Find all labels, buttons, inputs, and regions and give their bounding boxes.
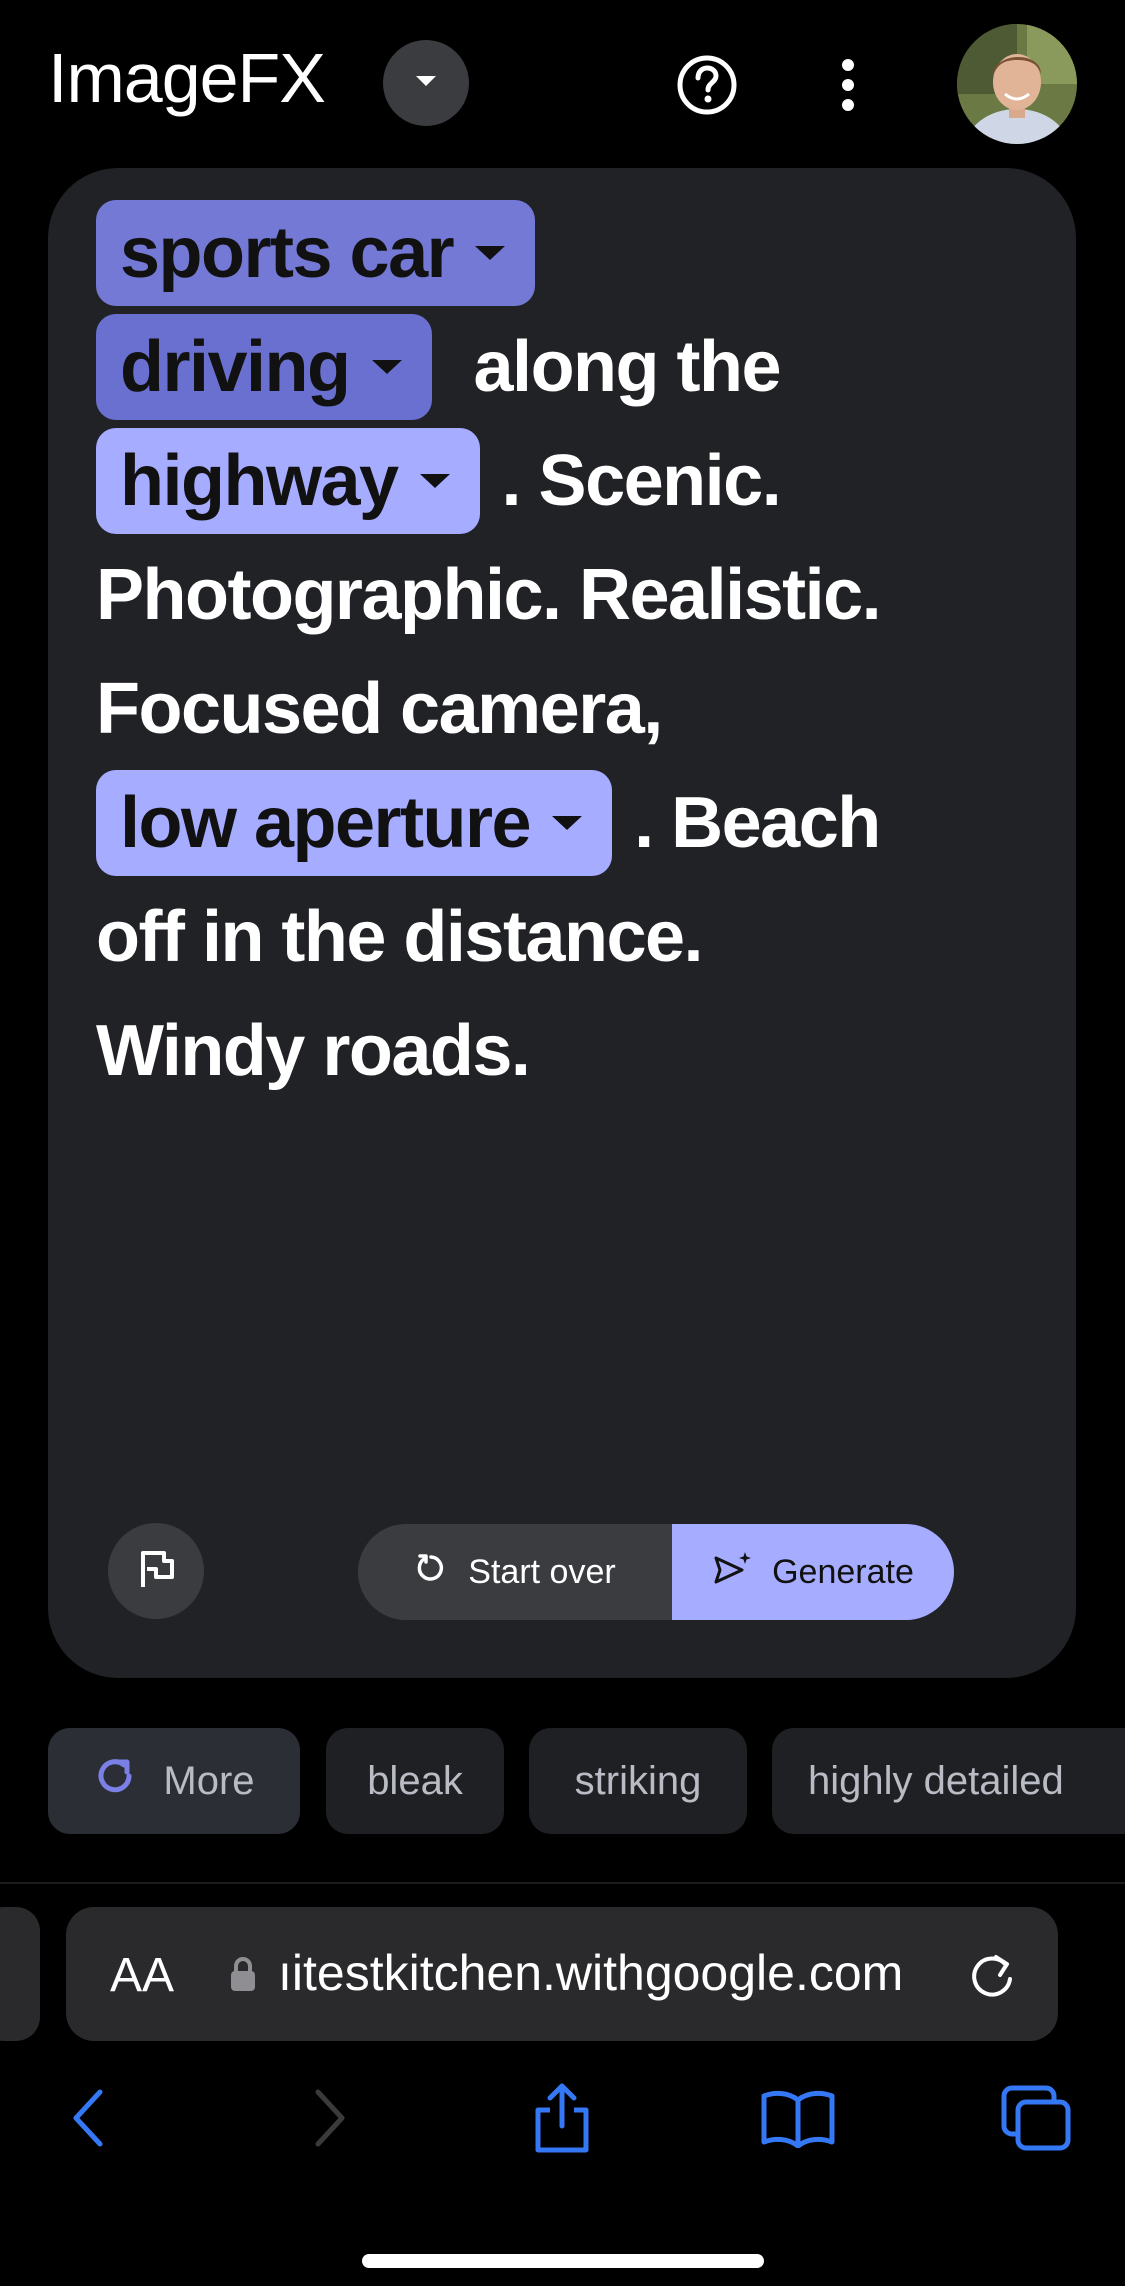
chip-subject[interactable]: sports car [96,200,536,306]
chip-setting[interactable]: highway [96,428,480,534]
generate-button[interactable]: Generate [672,1524,954,1620]
prompt-text: sports car driving along the highway . S… [96,196,1016,1108]
reload-icon [962,1955,1022,2009]
suggestion-chip[interactable]: striking [529,1728,747,1834]
toolbar-divider [0,1882,1125,1884]
home-indicator [362,2254,764,2268]
url-text[interactable]: ıitestkitchen.withgoogle.com [278,1944,903,2002]
prompt-segment: Focused camera, [96,669,663,749]
reload-button[interactable] [962,1945,1022,2005]
start-over-button[interactable]: Start over [358,1524,672,1620]
more-options-button[interactable] [820,50,876,124]
chip-label: low aperture [120,783,532,863]
avatar[interactable] [957,24,1077,144]
chevron-down-icon [371,360,402,374]
help-button[interactable] [670,50,744,124]
tabs-button[interactable] [996,2080,1076,2160]
prompt-segment: . Scenic. [501,441,782,521]
refresh-icon [93,1754,137,1808]
suggestion-chip[interactable]: highly detailed [772,1728,1125,1834]
share-icon [530,2082,594,2159]
generate-label: Generate [772,1552,914,1591]
report-button[interactable] [108,1523,204,1619]
suggestion-chip[interactable]: bleak [326,1728,504,1834]
chip-label: highway [120,441,399,521]
text-size-button[interactable]: AA [110,1948,174,2003]
tabs-icon [1000,2084,1072,2157]
bookmarks-button[interactable] [758,2080,838,2160]
forward-button[interactable] [290,2080,370,2160]
chevron-down-icon [475,246,506,260]
chip-action[interactable]: driving [96,314,432,420]
help-icon [675,53,739,122]
chevron-right-icon [310,2086,350,2155]
chevron-down-icon [412,72,440,95]
more-suggestions-button[interactable]: More [48,1728,300,1834]
share-button[interactable] [522,2080,602,2160]
chip-lens[interactable]: low aperture [96,770,613,876]
start-over-label: Start over [468,1552,616,1591]
chevron-left-icon [68,2086,108,2155]
more-label: More [163,1758,255,1803]
prompt-segment: . Beach [634,783,881,863]
prompt-segment: off in the distance. [96,897,704,977]
more-vert-icon [838,55,858,120]
chip-label: driving [120,327,351,407]
back-button[interactable] [48,2080,128,2160]
app-title: ImageFX [48,39,326,117]
book-icon [760,2088,836,2153]
previous-tab-peek[interactable] [0,1907,40,2041]
chip-label: sports car [120,213,455,293]
prompt-actions: Start over Generate [358,1524,954,1620]
chevron-down-icon [552,816,583,830]
lock-icon [228,1956,258,1992]
flag-icon [134,1547,178,1596]
prompt-segment: Photographic. Realistic. [96,555,882,635]
prompt-segment: Windy roads. [96,1011,531,1091]
reset-icon [414,1551,448,1594]
send-sparkle-icon [712,1550,752,1595]
chevron-down-icon [419,474,450,488]
prompt-segment: along the [473,327,782,407]
model-dropdown-button[interactable] [383,40,469,126]
